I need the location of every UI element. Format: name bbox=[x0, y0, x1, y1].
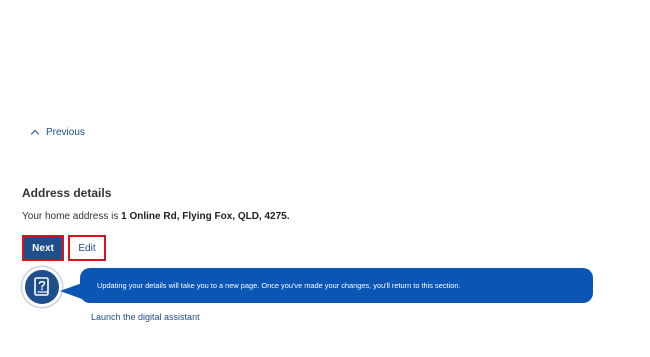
previous-link[interactable]: Previous bbox=[30, 127, 85, 139]
page: Previous Address details Your home addre… bbox=[0, 0, 650, 357]
next-button[interactable]: Next bbox=[22, 235, 64, 261]
assistant-message-bubble: Updating your details will take you to a… bbox=[80, 268, 593, 303]
edit-button-label: Edit bbox=[78, 242, 96, 254]
next-button-label: Next bbox=[32, 242, 54, 254]
assistant-message-text: Updating your details will take you to a… bbox=[97, 281, 461, 290]
section-title: Address details bbox=[22, 186, 112, 200]
launch-digital-assistant-link[interactable]: Launch the digital assistant bbox=[91, 312, 200, 322]
address-value: 1 Online Rd, Flying Fox, QLD, 4275. bbox=[121, 211, 290, 222]
question-book-icon bbox=[34, 277, 49, 296]
digital-assistant-avatar[interactable] bbox=[22, 267, 62, 307]
address-line: Your home address is 1 Online Rd, Flying… bbox=[22, 211, 290, 222]
address-prefix: Your home address is bbox=[22, 211, 119, 222]
chevron-up-icon bbox=[30, 129, 40, 139]
edit-button[interactable]: Edit bbox=[68, 235, 106, 261]
message-bubble-tail bbox=[60, 283, 82, 299]
previous-label: Previous bbox=[46, 127, 85, 138]
